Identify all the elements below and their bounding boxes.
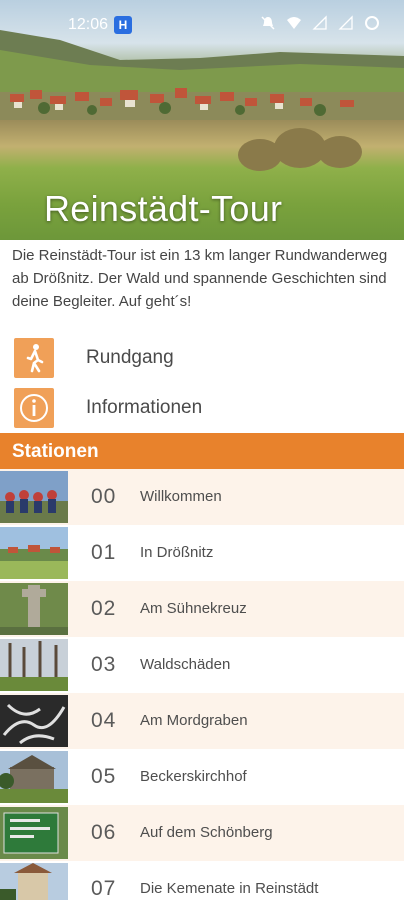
station-name: Am Sühnekreuz: [140, 600, 247, 617]
station-item-02[interactable]: 02 Am Sühnekreuz: [0, 581, 404, 637]
status-bar: 12:06 H: [0, 0, 404, 50]
station-name: Auf dem Schönberg: [140, 824, 273, 841]
page-title: Reinstädt-Tour: [44, 188, 283, 229]
signal-icon-2: [338, 15, 354, 31]
station-thumbnail: [0, 583, 68, 635]
station-thumbnail: [0, 639, 68, 691]
station-number: 05: [91, 765, 117, 788]
tour-description: Die Reinstädt-Tour ist ein 13 km langer …: [12, 247, 388, 310]
stations-title: Stationen: [12, 441, 99, 462]
status-time: 12:06: [68, 16, 109, 33]
menu-label-informationen: Informationen: [86, 397, 203, 418]
walking-person-icon: [14, 338, 54, 378]
hero-image: 12:06 H Reinstädt-Tour: [0, 0, 404, 240]
battery-ring-icon: [364, 15, 380, 31]
station-item-03[interactable]: 03 Waldschäden: [0, 637, 404, 693]
station-thumbnail: [0, 471, 68, 523]
station-number: 04: [91, 709, 117, 732]
station-number: 06: [91, 821, 117, 844]
signal-icon: [312, 15, 328, 31]
stations-header: Stationen: [0, 433, 404, 469]
menu-label-rundgang: Rundgang: [86, 347, 174, 368]
menu-item-rundgang[interactable]: Rundgang: [0, 336, 404, 380]
trees-graphic: [238, 128, 362, 171]
station-name: Am Mordgraben: [140, 712, 248, 729]
station-number: 02: [91, 597, 117, 620]
village-graphic: [0, 88, 404, 120]
wifi-icon: [286, 15, 302, 31]
station-thumbnail: [0, 751, 68, 803]
station-item-04[interactable]: 04 Am Mordgraben: [0, 693, 404, 749]
station-thumbnail: [0, 527, 68, 579]
menu-item-informationen[interactable]: Informationen: [0, 386, 404, 430]
station-number: 01: [91, 541, 117, 564]
station-name: Beckerskirchhof: [140, 768, 247, 785]
station-name: Waldschäden: [140, 656, 231, 673]
station-number: 00: [91, 485, 117, 508]
status-icons: [260, 15, 380, 31]
station-item-01[interactable]: 01 In Drößnitz: [0, 525, 404, 581]
station-name: Willkommen: [140, 488, 222, 505]
station-name: In Drößnitz: [140, 544, 214, 561]
station-item-05[interactable]: 05 Beckerskirchhof: [0, 749, 404, 805]
do-not-disturb-icon: [260, 15, 276, 31]
station-thumbnail: [0, 695, 68, 747]
station-number: 07: [91, 877, 117, 900]
station-number: 03: [91, 653, 117, 676]
app-notification-icon: H: [114, 16, 132, 34]
station-thumbnail: [0, 807, 68, 859]
station-item-07[interactable]: 07 Die Kemenate in Reinstädt: [0, 861, 404, 900]
station-item-00[interactable]: 00 Willkommen: [0, 469, 404, 525]
info-icon: [14, 388, 54, 428]
station-thumbnail: [0, 863, 68, 900]
station-item-06[interactable]: 06 Auf dem Schönberg: [0, 805, 404, 861]
station-name: Die Kemenate in Reinstädt: [140, 880, 319, 897]
